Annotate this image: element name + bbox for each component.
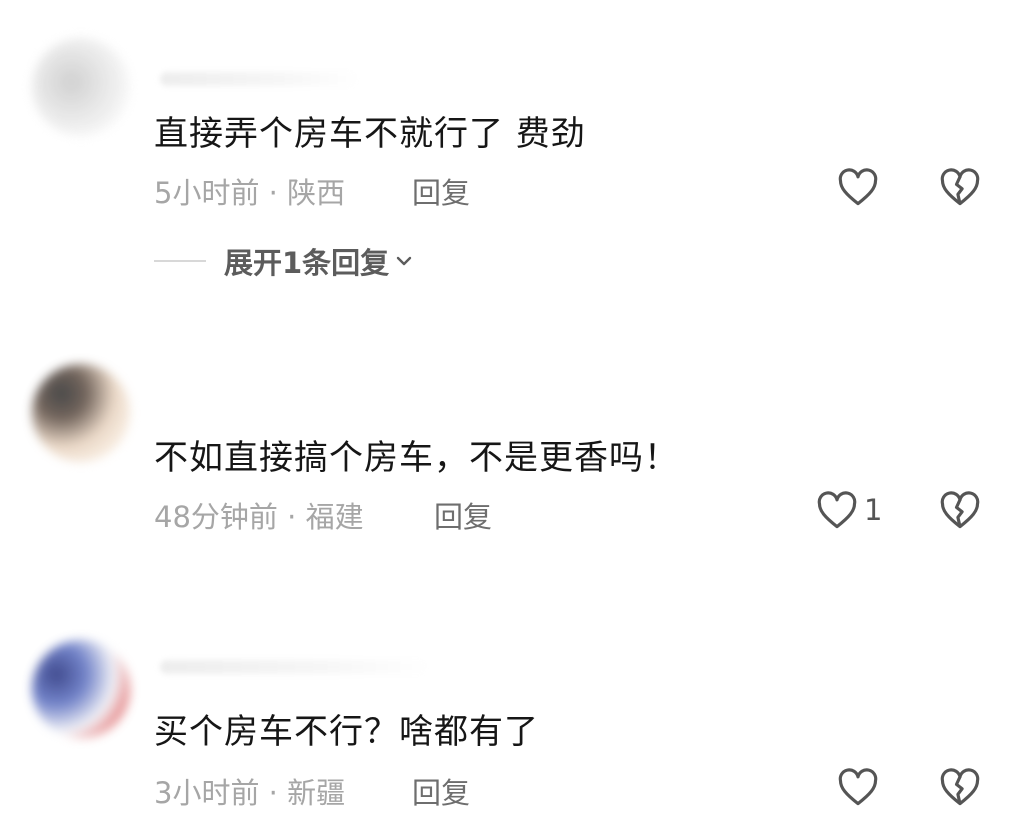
expand-replies-button[interactable]: 展开1条回复 (154, 240, 415, 282)
dislike-button[interactable] (939, 167, 981, 211)
comment-meta: 48分钟前 · 福建 (154, 494, 364, 536)
meta-separator: · (268, 776, 288, 810)
comment-text: 直接弄个房车不就行了 费劲 (154, 114, 586, 154)
comment-item: 买个房车不行？啥都有了 3小时前 · 新疆 回复 (0, 620, 1024, 829)
username-blurred[interactable] (160, 72, 360, 86)
dislike-button[interactable] (939, 767, 981, 811)
meta-separator: · (268, 176, 288, 210)
avatar[interactable] (32, 364, 130, 462)
heart-outline-icon (817, 491, 857, 529)
heart-outline-icon (838, 768, 878, 806)
like-button[interactable] (837, 767, 879, 807)
comment-time: 48分钟前 (154, 500, 278, 534)
comment-time: 5小时前 (154, 176, 260, 210)
meta-separator: · (287, 500, 306, 534)
reply-button[interactable]: 回复 (412, 770, 470, 812)
dislike-button[interactable] (939, 490, 981, 534)
comment-time: 3小时前 (154, 776, 260, 810)
avatar[interactable] (32, 38, 130, 136)
comment-item: 不如直接搞个房车，不是更香吗！ 48分钟前 · 福建 回复 1 (0, 340, 1024, 560)
avatar[interactable] (32, 640, 130, 738)
broken-heart-icon (940, 768, 980, 806)
like-button[interactable]: 1 (816, 490, 882, 530)
comment-meta: 3小时前 · 新疆 (154, 770, 345, 812)
expand-divider (154, 260, 206, 262)
comment-item: 直接弄个房车不就行了 费劲 5小时前 · 陕西 回复 展开1条回复 (0, 0, 1024, 300)
comment-location: 陕西 (287, 176, 346, 210)
chevron-down-icon (393, 250, 415, 272)
username-blurred[interactable] (160, 660, 430, 674)
comment-location: 新疆 (287, 776, 346, 810)
broken-heart-icon (940, 168, 980, 206)
comment-text: 不如直接搞个房车，不是更香吗！ (154, 438, 679, 478)
reply-button[interactable]: 回复 (434, 494, 492, 536)
expand-replies-label: 展开1条回复 (224, 246, 390, 280)
comment-list: 直接弄个房车不就行了 费劲 5小时前 · 陕西 回复 展开1条回复 不如直接搞个… (0, 0, 1024, 829)
reply-button[interactable]: 回复 (412, 170, 470, 212)
like-button[interactable] (837, 167, 879, 207)
comment-location: 福建 (305, 500, 364, 534)
broken-heart-icon (940, 491, 980, 529)
like-count: 1 (864, 493, 883, 527)
comment-meta: 5小时前 · 陕西 (154, 170, 345, 212)
comment-text: 买个房车不行？啥都有了 (154, 712, 539, 752)
heart-outline-icon (838, 168, 878, 206)
